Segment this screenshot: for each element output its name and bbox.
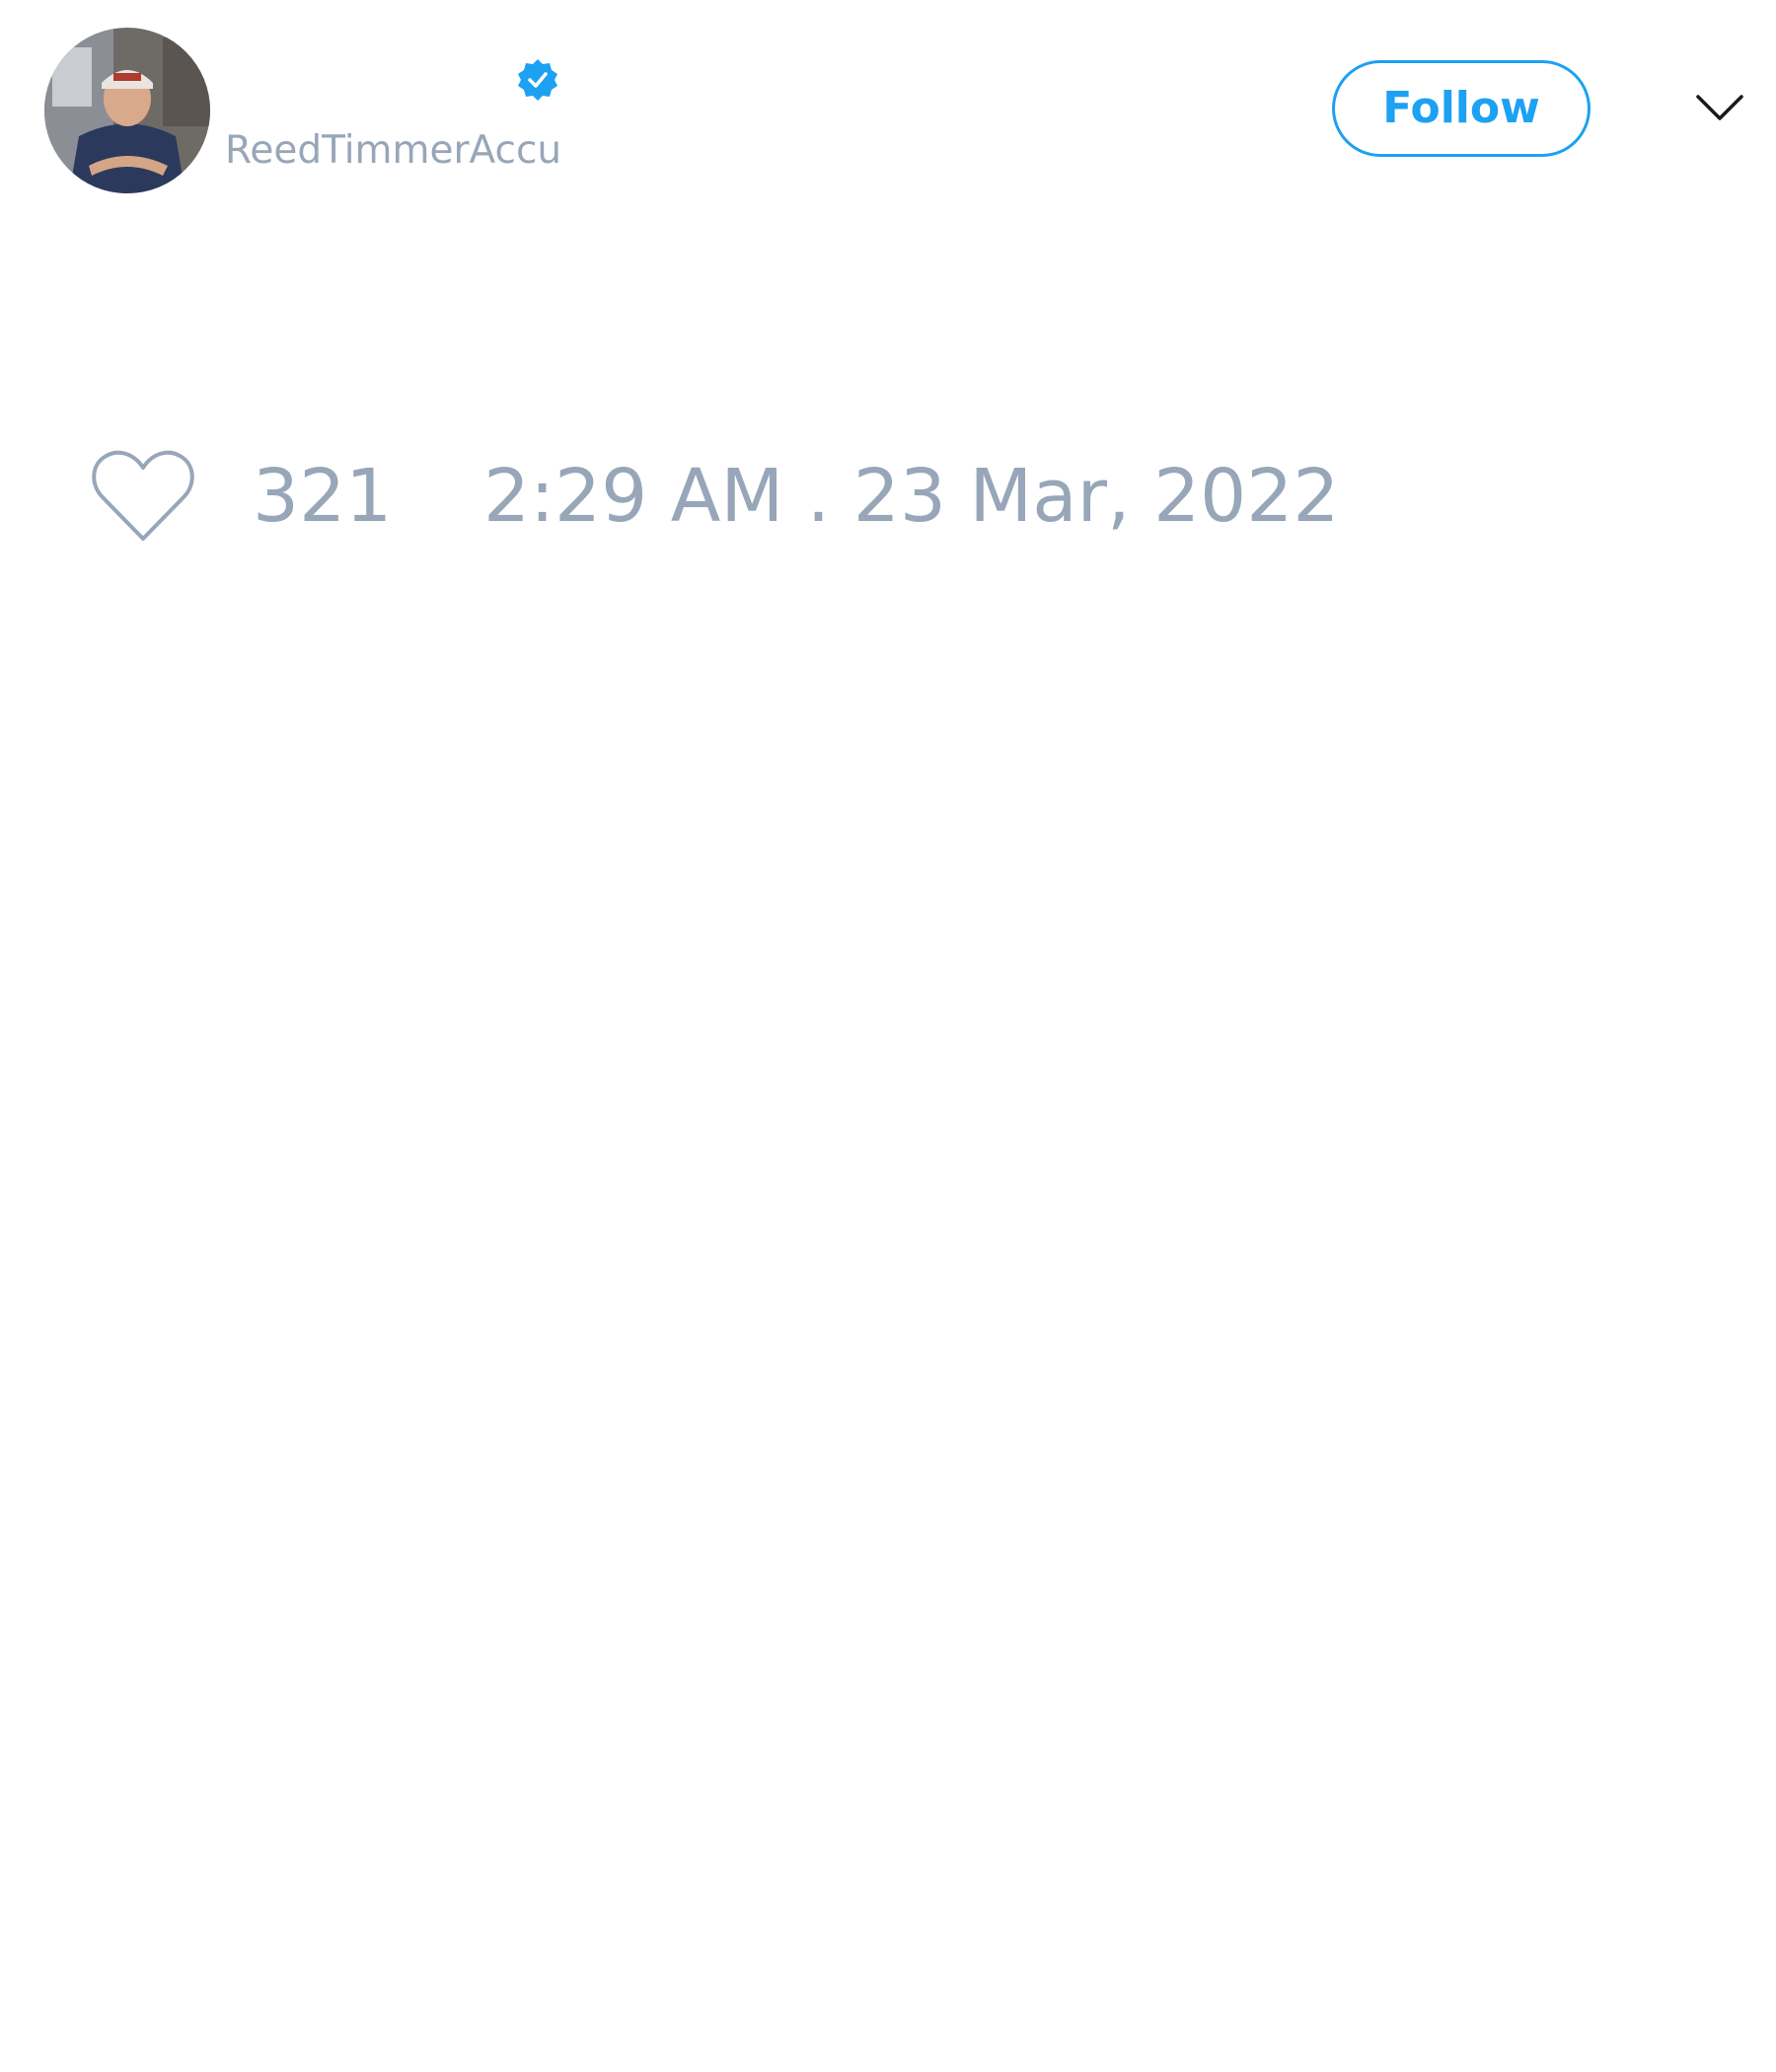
chevron-down-icon[interactable]	[1695, 91, 1744, 124]
verified-badge-icon	[515, 57, 560, 103]
author-handle[interactable]: ReedTimmerAccu	[225, 126, 561, 176]
follow-button[interactable]: Follow	[1332, 60, 1591, 157]
tweet-timestamp[interactable]: 2:29 AM . 23 Mar, 2022	[483, 452, 1339, 541]
like-count: 321	[253, 454, 393, 539]
avatar[interactable]	[44, 28, 210, 193]
heart-icon[interactable]	[89, 446, 197, 545]
